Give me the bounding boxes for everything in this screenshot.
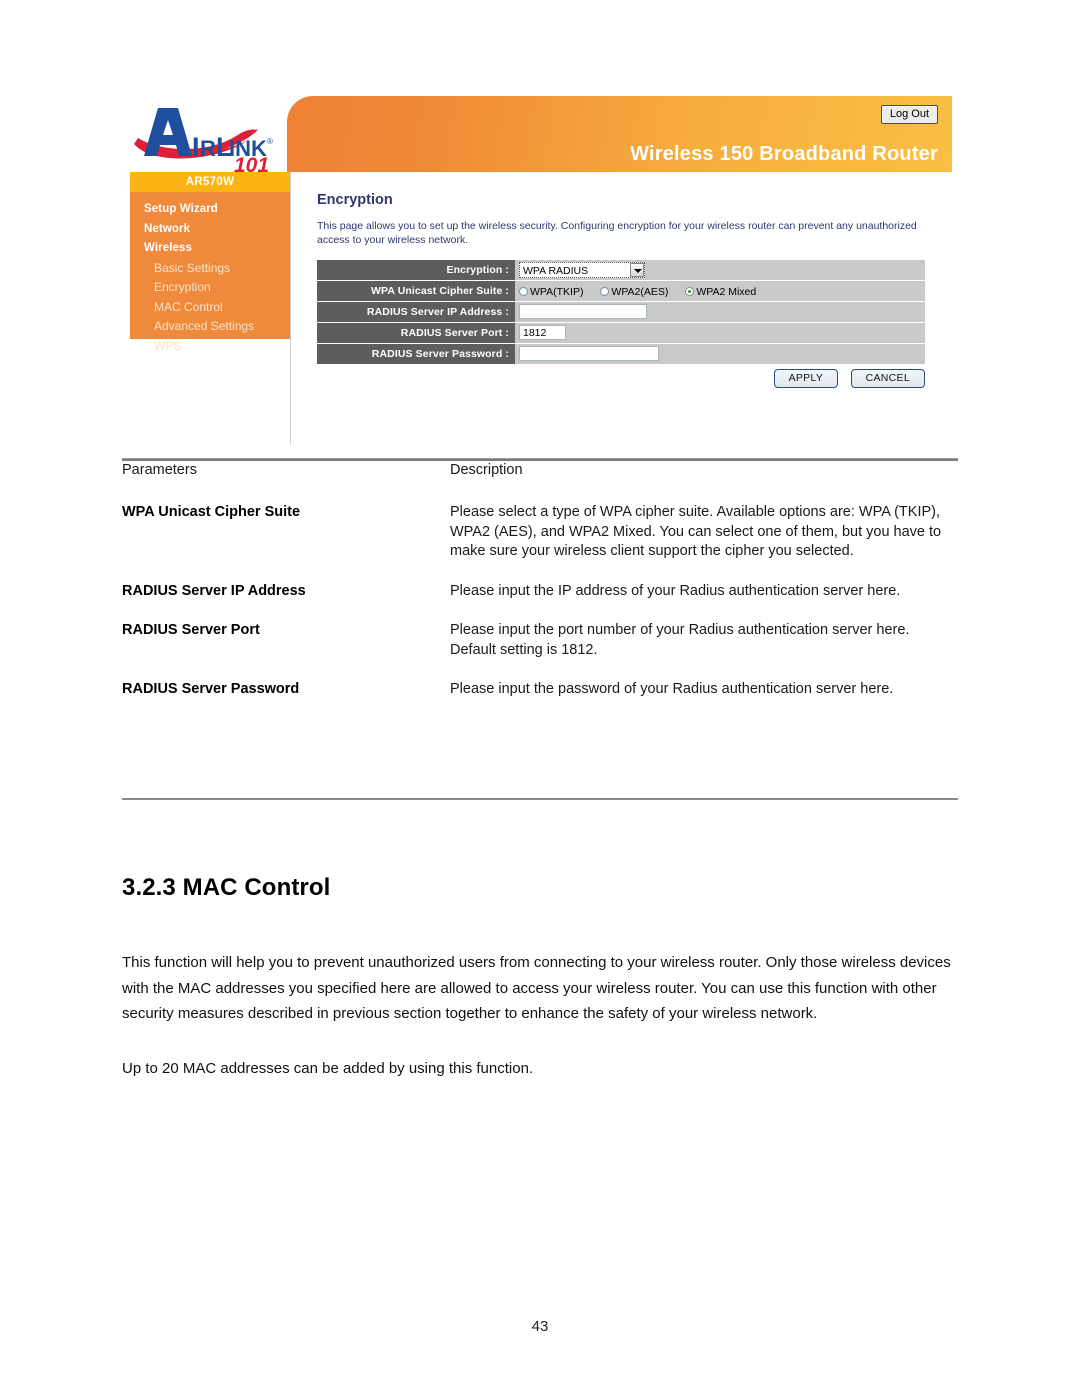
router-admin-screenshot: Log Out Wireless 150 Broadband Router I …: [130, 96, 953, 444]
radio-wpa2-aes[interactable]: WPA2(AES): [600, 286, 668, 298]
radio-wpa-tkip[interactable]: WPA(TKIP): [519, 286, 583, 298]
radius-password-input[interactable]: [519, 346, 659, 362]
form-actions: APPLY CANCEL: [317, 368, 925, 388]
sidebar-item-wps[interactable]: WPS: [130, 337, 290, 357]
ui-header-title: Wireless 150 Broadband Router: [630, 143, 938, 165]
sidebar-item-wireless[interactable]: Wireless: [130, 239, 290, 259]
sidebar-nav: Setup Wizard Network Wireless Basic Sett…: [130, 192, 290, 391]
content-panel: Encryption This page allows you to set u…: [290, 172, 953, 444]
radio-label-wpa-tkip: WPA(TKIP): [530, 286, 584, 298]
form-row-radius-ip: RADIUS Server IP Address :: [317, 301, 925, 323]
sidebar-item-advanced-settings[interactable]: Advanced Settings: [130, 317, 290, 337]
column-header-description: Description: [450, 462, 523, 478]
row-parameter-description: Please input the IP address of your Radi…: [450, 582, 901, 599]
encryption-value-cell: WPA RADIUS: [515, 260, 925, 281]
encryption-form: Encryption : WPA RADIUS WPA Unicast Ciph…: [317, 260, 925, 365]
sidebar-item-setup-wizard[interactable]: Setup Wizard: [130, 192, 290, 220]
table-row: RADIUS Server Port Please input the port…: [122, 621, 958, 660]
radius-ip-input[interactable]: [519, 304, 647, 320]
radius-port-value-cell: 1812: [515, 322, 925, 344]
radius-port-label: RADIUS Server Port :: [317, 322, 515, 344]
encryption-label: Encryption :: [317, 260, 515, 281]
row-parameter-description: Please input the password of your Radius…: [450, 681, 894, 697]
table-header-row: Parameters Description: [122, 461, 958, 483]
form-row-encryption: Encryption : WPA RADIUS: [317, 260, 925, 281]
body-paragraph-2: Up to 20 MAC addresses can be added by u…: [122, 1060, 534, 1077]
table-bottom-rule: [122, 798, 958, 800]
sidebar-item-access-restriction[interactable]: Access Restriction: [130, 376, 290, 396]
row-parameter-name: WPA Unicast Cipher Suite: [122, 504, 301, 520]
page-title: Encryption: [317, 192, 393, 208]
svg-text:I: I: [192, 132, 199, 162]
ui-header-banner: Log Out Wireless 150 Broadband Router: [287, 96, 952, 172]
radius-password-value-cell: [515, 343, 925, 365]
row-parameter-description: Please select a type of WPA cipher suite…: [450, 504, 942, 559]
encryption-select[interactable]: WPA RADIUS: [519, 262, 645, 278]
table-row: RADIUS Server IP Address Please input th…: [122, 582, 958, 602]
parameters-table: Parameters Description WPA Unicast Ciphe…: [122, 458, 958, 700]
row-parameter-name: RADIUS Server Port: [122, 622, 260, 638]
radio-wpa2-mixed[interactable]: WPA2 Mixed: [685, 286, 756, 298]
column-header-parameters: Parameters: [122, 462, 197, 478]
sidebar-item-basic-settings[interactable]: Basic Settings: [130, 259, 290, 279]
sidebar-item-mac-control[interactable]: MAC Control: [130, 298, 290, 318]
cipher-suite-label: WPA Unicast Cipher Suite :: [317, 280, 515, 302]
page-number: 43: [531, 1318, 549, 1335]
radius-ip-value-cell: [515, 301, 925, 323]
sidebar-item-application-gaming[interactable]: Application & Gaming: [130, 356, 290, 376]
form-row-cipher-suite: WPA Unicast Cipher Suite : WPA(TKIP) WPA…: [317, 280, 925, 302]
sidebar-item-network[interactable]: Network: [130, 220, 290, 240]
body-paragraph-1: This function will help you to prevent u…: [122, 954, 951, 1022]
apply-button[interactable]: APPLY: [773, 369, 839, 388]
row-parameter-name: RADIUS Server IP Address: [122, 582, 306, 599]
form-row-radius-password: RADIUS Server Password :: [317, 343, 925, 365]
radio-label-wpa2-aes: WPA2(AES): [611, 286, 669, 298]
page-description: This page allows you to set up the wirel…: [317, 220, 917, 246]
radio-icon-wpa2-mixed[interactable]: [685, 287, 695, 296]
svg-text:R: R: [200, 136, 216, 161]
log-out-button[interactable]: Log Out: [880, 105, 938, 125]
radio-icon-wpa2-aes[interactable]: [600, 287, 610, 296]
encryption-select-value: WPA RADIUS: [523, 265, 589, 277]
model-badge: AR570W: [130, 172, 290, 192]
sidebar-item-encryption[interactable]: Encryption: [130, 278, 290, 298]
row-parameter-name: RADIUS Server Password: [122, 681, 300, 697]
radio-label-wpa2-mixed: WPA2 Mixed: [696, 286, 757, 298]
airlink-logo-icon: I R L INK ® 101: [134, 108, 273, 176]
cipher-suite-radio-group: WPA(TKIP) WPA2(AES) WPA2 Mixed: [519, 286, 770, 298]
table-row: RADIUS Server Password Please input the …: [122, 680, 958, 700]
row-parameter-description: Please input the port number of your Rad…: [450, 622, 910, 658]
radius-port-input[interactable]: 1812: [519, 325, 566, 341]
cipher-suite-value-cell: WPA(TKIP) WPA2(AES) WPA2 Mixed: [515, 280, 925, 302]
radio-icon-wpa-tkip[interactable]: [519, 287, 528, 296]
radius-ip-label: RADIUS Server IP Address :: [317, 301, 515, 323]
radius-password-label: RADIUS Server Password :: [317, 343, 515, 365]
form-row-radius-port: RADIUS Server Port : 1812: [317, 322, 925, 344]
table-row: WPA Unicast Cipher Suite Please select a…: [122, 503, 958, 562]
chevron-down-icon[interactable]: [630, 263, 644, 277]
section-heading: 3.2.3 MAC Control: [122, 874, 331, 901]
airlink-logo: I R L INK ® 101: [130, 100, 290, 176]
cancel-button[interactable]: CANCEL: [850, 369, 925, 388]
svg-text:®: ®: [267, 137, 273, 146]
